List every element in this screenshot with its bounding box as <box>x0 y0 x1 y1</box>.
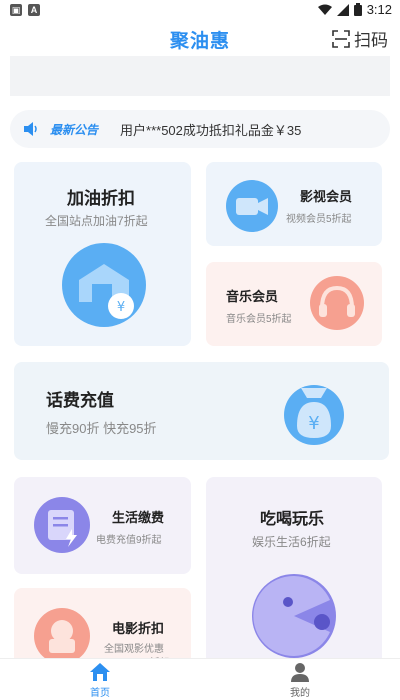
status-bar: ▣ A 3:12 <box>0 0 400 22</box>
card-music-membership[interactable]: 音乐会员 音乐会员5折起 <box>206 262 382 346</box>
card-subtitle: 视频会员5折起 <box>286 214 352 225</box>
a-icon: A <box>28 4 40 16</box>
card-subtitle: 电费充值9折起 <box>96 535 162 546</box>
movie-icon <box>34 608 90 664</box>
card-subtitle: 娱乐生活6折起 <box>252 535 331 549</box>
card-entertainment[interactable]: 吃喝玩乐 娱乐生活6折起 <box>206 477 382 667</box>
video-camera-icon <box>226 180 278 232</box>
card-movie-discount[interactable]: 电影折扣 全国观影优惠 8折起 <box>14 588 191 668</box>
pacman-icon <box>252 574 336 658</box>
scan-icon <box>332 29 350 48</box>
status-left-icons: ▣ A <box>10 4 40 16</box>
card-life-payment[interactable]: 生活缴费 电费充值9折起 <box>14 477 191 574</box>
card-subtitle: 慢充90折 快充95折 <box>46 421 157 436</box>
card-title: 电影折扣 <box>112 621 165 636</box>
gallery-icon: ▣ <box>10 4 22 16</box>
battery-icon <box>353 3 362 16</box>
notice-text: 用户***502成功抵扣礼品金￥35 <box>120 122 302 138</box>
card-title: 生活缴费 <box>112 510 165 525</box>
card-title: 吃喝玩乐 <box>260 511 325 528</box>
bill-icon <box>34 497 90 553</box>
banner[interactable] <box>10 56 390 96</box>
signal-icon <box>336 3 349 16</box>
card-title: 音乐会员 <box>226 289 279 304</box>
tab-mine-label: 我的 <box>290 688 310 699</box>
svg-text:¥: ¥ <box>308 413 319 434</box>
money-bag-icon: ¥ <box>284 385 344 445</box>
tab-home-label: 首页 <box>90 688 110 699</box>
home-icon <box>90 663 110 681</box>
user-icon <box>291 663 309 682</box>
scan-button[interactable]: 扫码 <box>332 26 388 51</box>
status-time: 3:12 <box>366 2 392 17</box>
card-subtitle: 全国观影优惠 <box>104 644 164 655</box>
card-title: 影视会员 <box>300 189 353 204</box>
notice-bar[interactable]: 最新公告 用户***502成功抵扣礼品金￥35 <box>10 110 390 148</box>
card-subtitle: 全国站点加油7折起 <box>45 214 148 228</box>
bottom-tab-bar: 首页 我的 <box>0 658 400 700</box>
svg-text:¥: ¥ <box>117 300 125 315</box>
card-fuel-discount[interactable]: 加油折扣 全国站点加油7折起 ¥ <box>14 162 191 346</box>
status-right-icons: 3:12 <box>317 2 392 17</box>
wifi-icon <box>317 4 332 15</box>
card-title: 话费充值 <box>46 391 114 410</box>
speaker-icon <box>24 122 37 136</box>
headphones-icon <box>310 276 364 330</box>
notice-tag: 最新公告 <box>50 122 99 137</box>
scan-label: 扫码 <box>354 31 388 50</box>
tab-home[interactable]: 首页 <box>70 662 130 699</box>
card-title: 加油折扣 <box>67 189 135 208</box>
card-phone-recharge[interactable]: 话费充值 慢充90折 快充95折 ¥ <box>14 362 389 460</box>
gas-station-icon: ¥ <box>62 243 146 327</box>
tab-mine[interactable]: 我的 <box>270 662 330 699</box>
app-header: 聚油惠 扫码 <box>0 22 400 56</box>
card-subtitle: 音乐会员5折起 <box>226 314 292 325</box>
card-video-membership[interactable]: 影视会员 视频会员5折起 <box>206 162 382 246</box>
